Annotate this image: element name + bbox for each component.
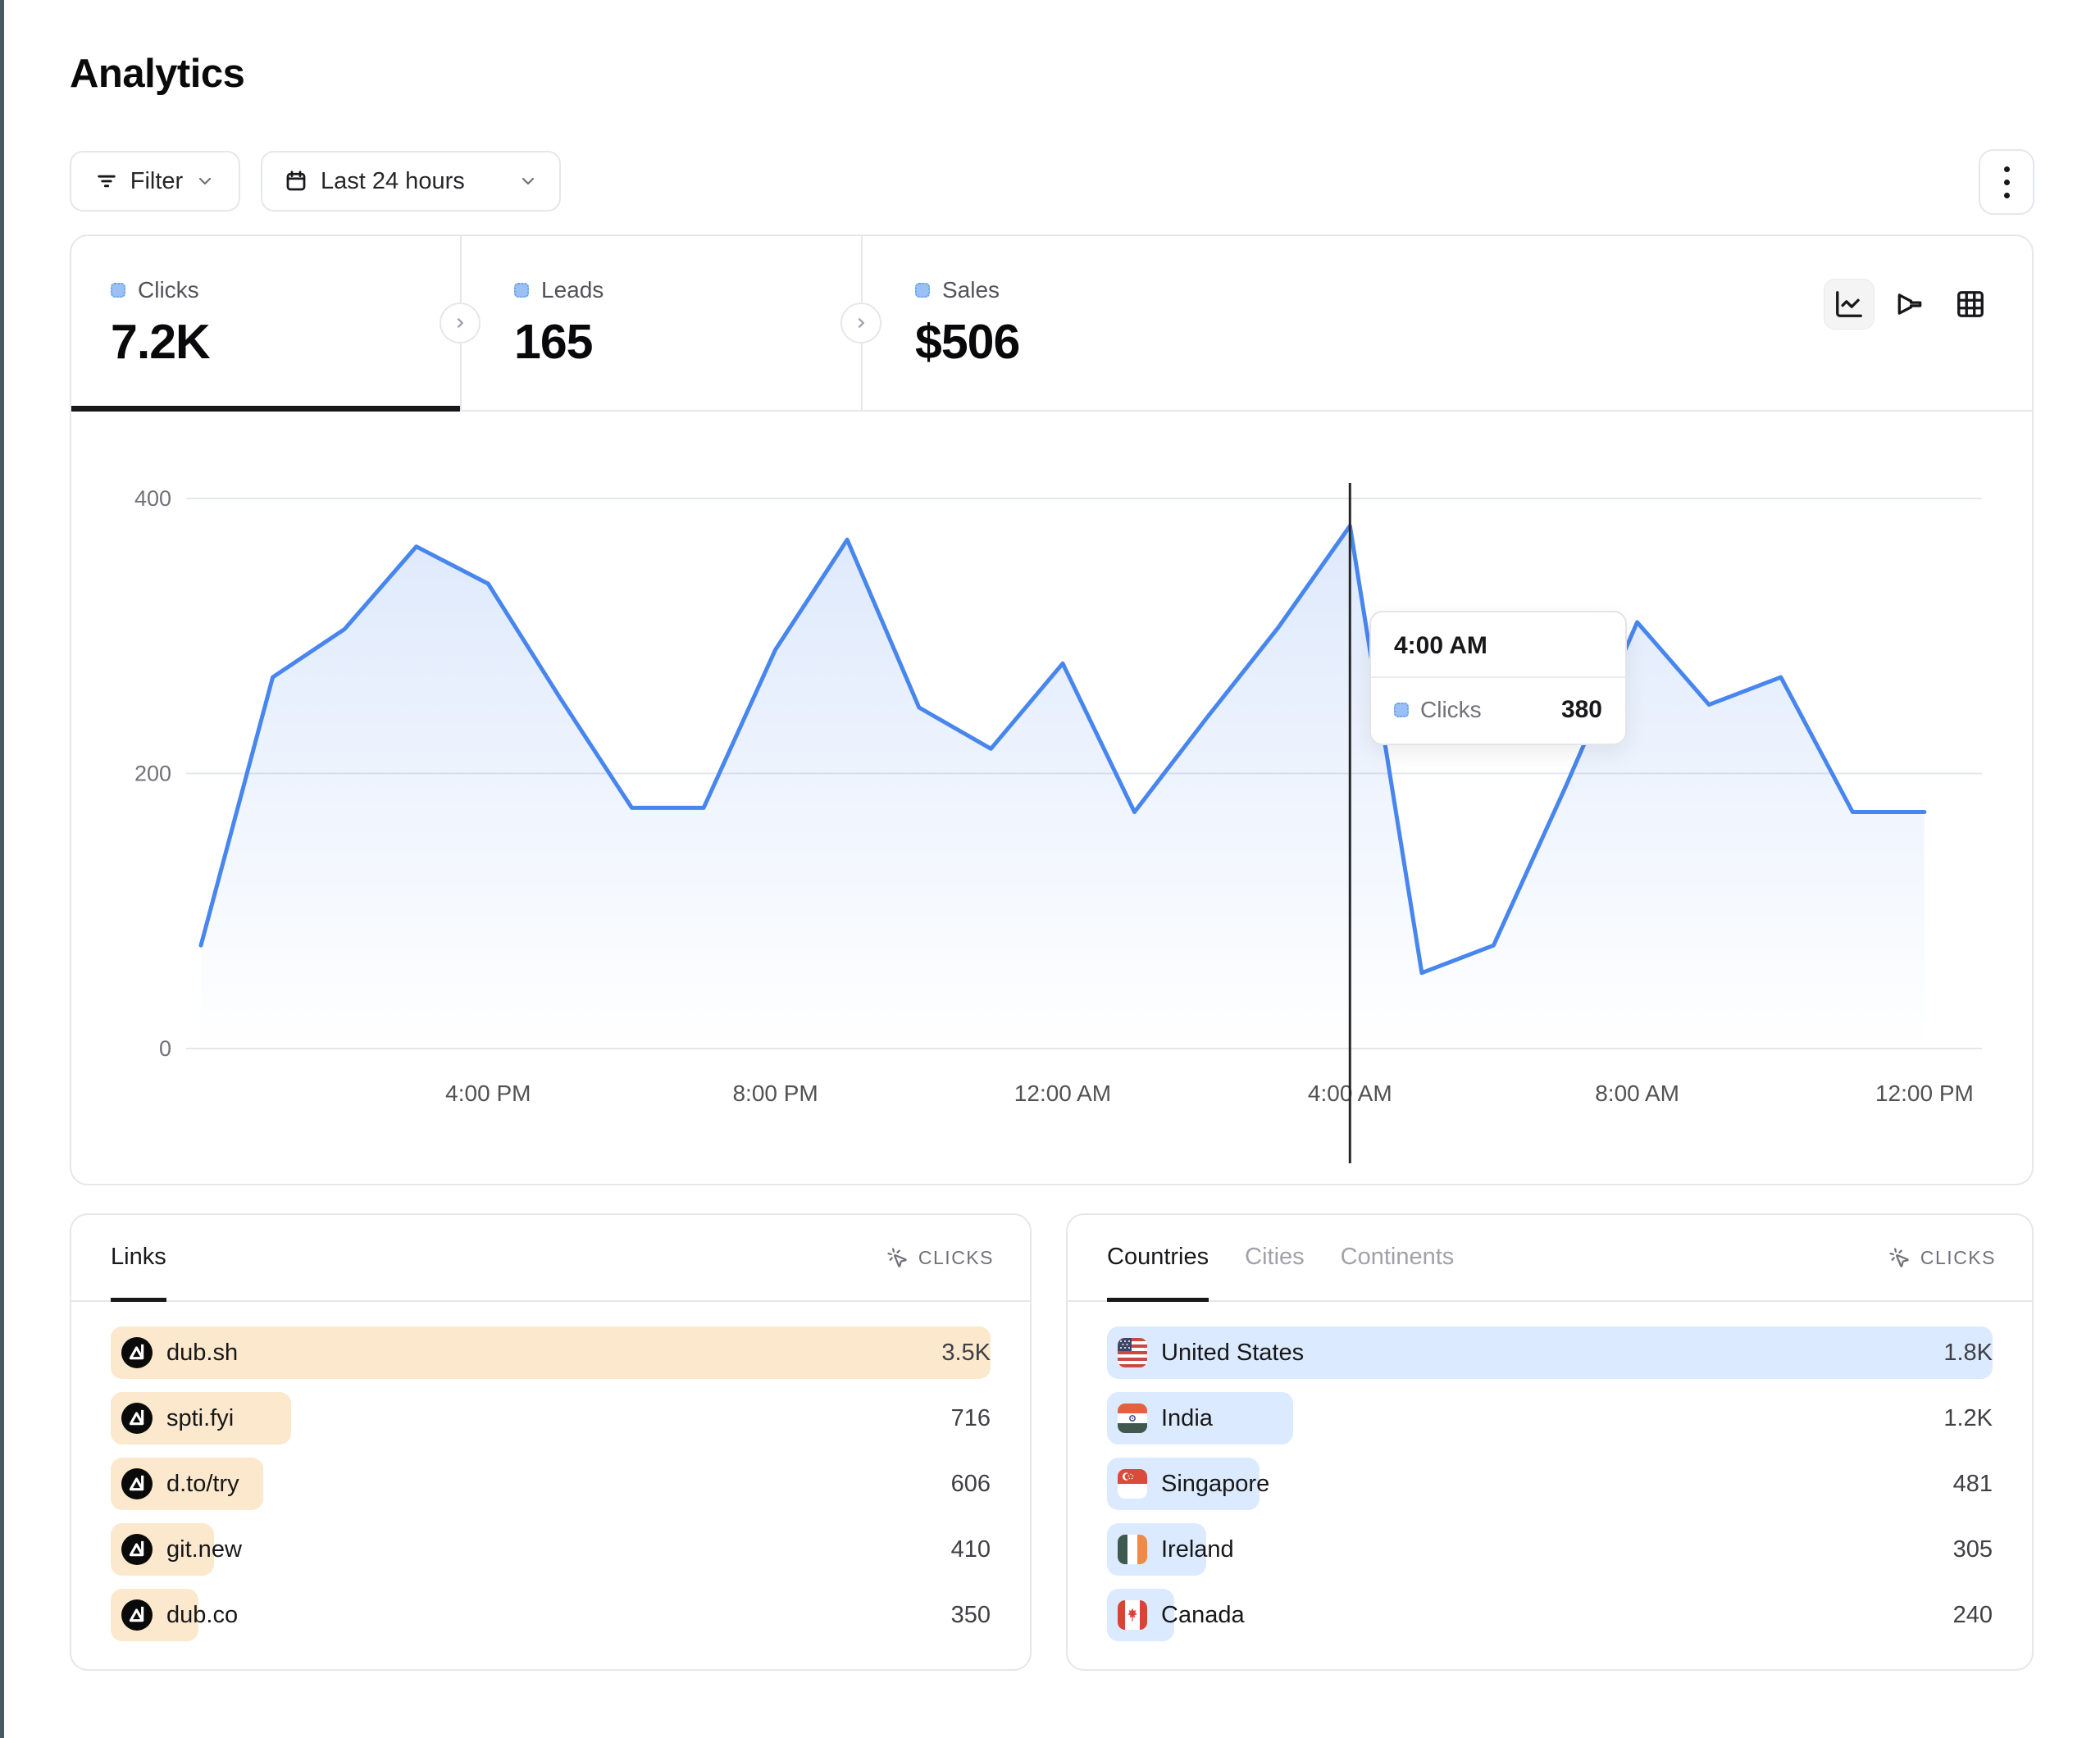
- link-clicks-value: 410: [951, 1536, 991, 1563]
- link-clicks-value: 350: [951, 1602, 991, 1629]
- tooltip-time: 4:00 AM: [1371, 612, 1625, 678]
- tab-cities[interactable]: Cities: [1245, 1215, 1305, 1302]
- tab-continents[interactable]: Continents: [1341, 1215, 1455, 1302]
- link-clicks-value: 3.5K: [941, 1340, 991, 1367]
- link-label: git.new: [166, 1536, 242, 1563]
- flag-india-icon: [1118, 1404, 1147, 1433]
- page-title: Analytics: [70, 51, 244, 97]
- link-row[interactable]: spti.fyi 716: [111, 1392, 991, 1445]
- link-label: spti.fyi: [166, 1405, 234, 1432]
- link-row[interactable]: git.new 410: [111, 1523, 991, 1576]
- countries-list: United States 1.8K India 1.2K: [1068, 1302, 2032, 1641]
- country-clicks-value: 305: [1953, 1536, 1993, 1563]
- country-clicks-value: 1.2K: [1943, 1405, 1993, 1432]
- svg-text:12:00 PM: 12:00 PM: [1875, 1081, 1974, 1106]
- tab-links[interactable]: Links: [111, 1215, 166, 1302]
- svg-text:8:00 PM: 8:00 PM: [732, 1081, 818, 1106]
- cursor-click-icon: [886, 1247, 909, 1269]
- flag-united-states-icon: [1118, 1338, 1147, 1367]
- link-label: d.to/try: [166, 1471, 239, 1498]
- analytics-chart-card: Clicks 7.2K Leads 165 Sales $506: [70, 234, 2034, 1185]
- date-range-button[interactable]: Last 24 hours: [261, 151, 561, 212]
- dub-logo-icon: [121, 1403, 153, 1434]
- svg-text:200: 200: [134, 762, 171, 786]
- country-label: India: [1161, 1405, 1213, 1432]
- date-range-label: Last 24 hours: [321, 168, 465, 195]
- country-row[interactable]: Canada 240: [1107, 1589, 1993, 1641]
- chevron-right-icon: [852, 314, 870, 332]
- country-label: Ireland: [1161, 1536, 1234, 1563]
- chevron-down-icon: [518, 171, 538, 191]
- country-label: Canada: [1161, 1602, 1245, 1629]
- tooltip-series-label: Clicks: [1420, 697, 1482, 723]
- links-metric-header: CLICKS: [918, 1247, 994, 1269]
- country-clicks-value: 481: [1953, 1471, 1993, 1498]
- svg-text:4:00 PM: 4:00 PM: [445, 1081, 531, 1106]
- link-label: dub.co: [166, 1602, 238, 1629]
- country-clicks-value: 240: [1953, 1602, 1993, 1629]
- left-accent-stripe: [0, 0, 4, 1738]
- dub-logo-icon: [121, 1337, 153, 1368]
- svg-text:400: 400: [134, 486, 171, 511]
- kebab-vertical-icon: [2004, 166, 2010, 172]
- chevron-down-icon: [195, 171, 215, 191]
- country-row[interactable]: United States 1.8K: [1107, 1326, 1993, 1379]
- flag-ireland-icon: [1118, 1535, 1147, 1564]
- svg-text:12:00 AM: 12:00 AM: [1014, 1081, 1111, 1106]
- links-list: dub.sh 3.5K spti.fyi 716 d.to/try 606: [71, 1302, 1030, 1641]
- filter-button-label: Filter: [130, 168, 183, 195]
- countries-metric-column-button[interactable]: CLICKS: [1888, 1247, 1996, 1269]
- countries-metric-header: CLICKS: [1920, 1247, 1996, 1269]
- link-label: dub.sh: [166, 1340, 238, 1367]
- link-row[interactable]: dub.co 350: [111, 1589, 991, 1641]
- dub-logo-icon: [121, 1599, 153, 1631]
- analytics-page: Analytics Filter Last 24 hours Clicks 7.…: [0, 0, 2100, 1738]
- link-clicks-value: 606: [951, 1471, 991, 1498]
- tooltip-legend-square-icon: [1394, 703, 1409, 717]
- cursor-click-icon: [1888, 1247, 1911, 1269]
- links-metric-column-button[interactable]: CLICKS: [886, 1247, 994, 1269]
- country-clicks-value: 1.8K: [1943, 1340, 1993, 1367]
- chart-tooltip: 4:00 AM Clicks 380: [1369, 611, 1627, 745]
- tooltip-value: 380: [1561, 696, 1602, 724]
- countries-panel: Countries Cities Continents CLICKS: [1066, 1213, 2034, 1671]
- link-clicks-value: 716: [951, 1405, 991, 1432]
- link-row[interactable]: d.to/try 606: [111, 1458, 991, 1510]
- link-row[interactable]: dub.sh 3.5K: [111, 1326, 991, 1379]
- flag-canada-icon: [1118, 1600, 1147, 1630]
- more-options-button[interactable]: [1979, 149, 2034, 215]
- flag-singapore-icon: [1118, 1469, 1147, 1499]
- clicks-chart[interactable]: 0 200 400 4:00 PM 8:00 PM 12:00 AM 4:00 AM 8:00…: [71, 236, 2035, 1187]
- dub-logo-icon: [121, 1534, 153, 1565]
- svg-text:0: 0: [159, 1036, 171, 1061]
- expand-clicks-leads-button[interactable]: [440, 303, 481, 344]
- filter-lines-icon: [95, 170, 118, 193]
- links-panel: Links CLICKS dub.sh 3.5K spti.fy: [70, 1213, 1032, 1671]
- countries-panel-header: Countries Cities Continents CLICKS: [1068, 1215, 2032, 1302]
- country-row[interactable]: India 1.2K: [1107, 1392, 1993, 1445]
- filter-button[interactable]: Filter: [70, 151, 240, 212]
- dub-logo-icon: [121, 1468, 153, 1499]
- country-row[interactable]: Ireland 305: [1107, 1523, 1993, 1576]
- calendar-icon: [284, 169, 308, 193]
- expand-leads-sales-button[interactable]: [840, 303, 881, 344]
- svg-text:8:00 AM: 8:00 AM: [1595, 1081, 1679, 1106]
- chevron-right-icon: [451, 314, 469, 332]
- country-label: United States: [1161, 1340, 1304, 1367]
- tab-countries[interactable]: Countries: [1107, 1215, 1209, 1302]
- links-panel-header: Links CLICKS: [71, 1215, 1030, 1302]
- country-label: Singapore: [1161, 1471, 1269, 1498]
- country-row[interactable]: Singapore 481: [1107, 1458, 1993, 1510]
